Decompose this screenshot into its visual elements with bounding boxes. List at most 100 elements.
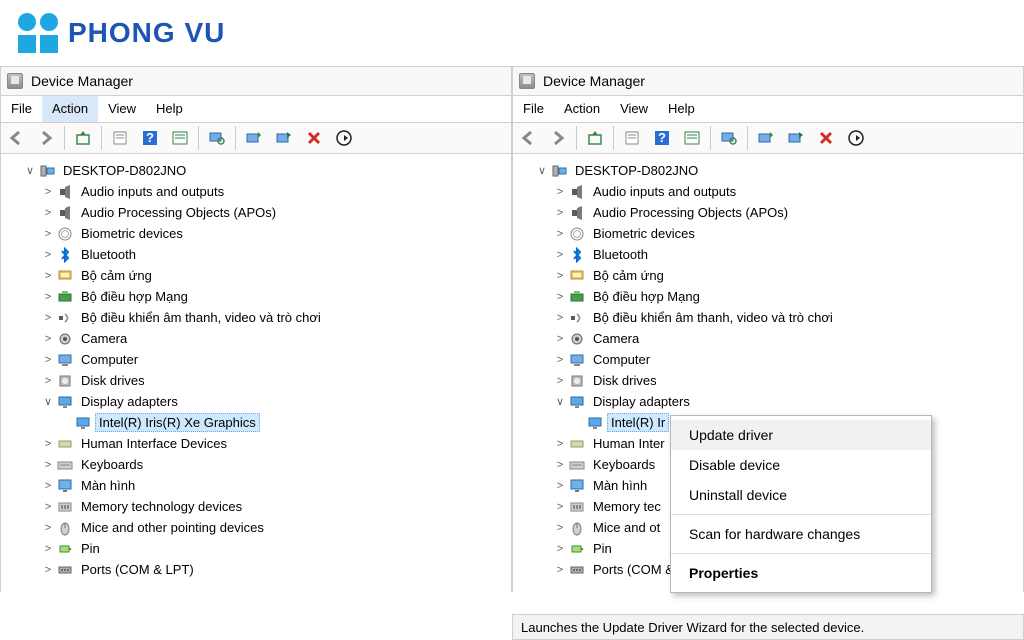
expand-icon[interactable]: > (41, 249, 55, 261)
tb-properties-icon[interactable] (618, 124, 646, 152)
tree-node[interactable]: >Audio inputs and outputs (517, 181, 1019, 202)
tree-node[interactable]: >Disk drives (5, 370, 507, 391)
tb-help-icon[interactable]: ? (648, 124, 676, 152)
tb-forward-icon[interactable] (32, 124, 60, 152)
expand-icon[interactable]: > (41, 291, 55, 303)
tree-node[interactable]: >Bộ điều khiển âm thanh, video và trò ch… (5, 307, 507, 328)
expand-icon[interactable]: > (41, 186, 55, 198)
menu-view[interactable]: View (98, 96, 146, 122)
expand-icon[interactable]: > (41, 312, 55, 324)
tb-scan-icon[interactable] (715, 124, 743, 152)
expand-icon[interactable]: > (553, 354, 567, 366)
expand-icon[interactable]: > (553, 207, 567, 219)
tb-forward-icon[interactable] (544, 124, 572, 152)
tree-node[interactable]: >Bộ điều hợp Mạng (5, 286, 507, 307)
expand-icon[interactable]: > (41, 228, 55, 240)
tb-update-icon[interactable] (240, 124, 268, 152)
tree-node[interactable]: >Audio inputs and outputs (5, 181, 507, 202)
tree-node[interactable]: ∨Display adapters (517, 391, 1019, 412)
ctx-properties[interactable]: Properties (671, 558, 931, 588)
expand-icon[interactable]: > (553, 333, 567, 345)
tb-disable-icon[interactable] (270, 124, 298, 152)
expand-icon[interactable]: > (41, 438, 55, 450)
expand-icon[interactable]: > (41, 375, 55, 387)
expand-icon[interactable]: > (553, 312, 567, 324)
tb-uninstall-icon[interactable] (300, 124, 328, 152)
tree-root[interactable]: ∨DESKTOP-D802JNO (517, 160, 1019, 181)
expand-icon[interactable]: ∨ (553, 395, 567, 408)
expand-icon[interactable]: > (553, 228, 567, 240)
expand-icon[interactable]: > (553, 480, 567, 492)
tree-node[interactable]: >Biometric devices (517, 223, 1019, 244)
expand-icon[interactable]: > (553, 291, 567, 303)
tree-node[interactable]: >Computer (5, 349, 507, 370)
tb-up-icon[interactable] (69, 124, 97, 152)
tb-uninstall-icon[interactable] (812, 124, 840, 152)
tb-scan-icon[interactable] (203, 124, 231, 152)
ctx-update-driver[interactable]: Update driver (671, 420, 931, 450)
tree-node[interactable]: >Bộ điều hợp Mạng (517, 286, 1019, 307)
tree-node[interactable]: >Keyboards (5, 454, 507, 475)
expand-icon[interactable]: > (41, 543, 55, 555)
expand-icon[interactable]: > (41, 207, 55, 219)
expand-icon[interactable]: > (553, 375, 567, 387)
tree-node[interactable]: >Bộ điều khiển âm thanh, video và trò ch… (517, 307, 1019, 328)
expand-icon[interactable]: ∨ (41, 395, 55, 408)
tree-node[interactable]: >Audio Processing Objects (APOs) (5, 202, 507, 223)
tb-list-icon[interactable] (678, 124, 706, 152)
menu-file[interactable]: File (513, 96, 554, 122)
menu-help[interactable]: Help (658, 96, 705, 122)
menu-action[interactable]: Action (554, 96, 610, 122)
tree-node[interactable]: >Pin (5, 538, 507, 559)
expand-icon[interactable]: > (41, 270, 55, 282)
ctx-disable-device[interactable]: Disable device (671, 450, 931, 480)
expand-icon[interactable]: > (553, 459, 567, 471)
tree-node[interactable]: >Bộ cảm ứng (5, 265, 507, 286)
tb-properties-icon[interactable] (106, 124, 134, 152)
tree-node[interactable]: >Biometric devices (5, 223, 507, 244)
tb-list-icon[interactable] (166, 124, 194, 152)
tree-node[interactable]: >Bluetooth (5, 244, 507, 265)
tb-help-icon[interactable]: ? (136, 124, 164, 152)
collapse-icon[interactable]: ∨ (23, 164, 37, 177)
menu-file[interactable]: File (1, 96, 42, 122)
expand-icon[interactable]: > (41, 480, 55, 492)
expand-icon[interactable]: > (41, 501, 55, 513)
ctx-scan-hardware[interactable]: Scan for hardware changes (671, 519, 931, 549)
tree-node[interactable]: >Audio Processing Objects (APOs) (517, 202, 1019, 223)
tree-node[interactable]: >Bộ cảm ứng (517, 265, 1019, 286)
expand-icon[interactable]: > (553, 270, 567, 282)
tree-root[interactable]: ∨DESKTOP-D802JNO (5, 160, 507, 181)
tree-node[interactable]: >Mice and other pointing devices (5, 517, 507, 538)
device-tree[interactable]: ∨DESKTOP-D802JNO>Audio inputs and output… (0, 154, 512, 592)
tree-node[interactable]: >Camera (5, 328, 507, 349)
expand-icon[interactable]: > (553, 438, 567, 450)
tb-up-icon[interactable] (581, 124, 609, 152)
expand-icon[interactable]: > (41, 354, 55, 366)
tree-node[interactable]: >Bluetooth (517, 244, 1019, 265)
expand-icon[interactable]: > (41, 522, 55, 534)
tree-node[interactable]: >Computer (517, 349, 1019, 370)
tb-update-icon[interactable] (752, 124, 780, 152)
expand-icon[interactable]: > (553, 249, 567, 261)
tree-node[interactable]: >Disk drives (517, 370, 1019, 391)
tree-leaf[interactable]: Intel(R) Iris(R) Xe Graphics (5, 412, 507, 433)
expand-icon[interactable]: > (553, 501, 567, 513)
tb-back-icon[interactable] (514, 124, 542, 152)
tree-node[interactable]: >Màn hình (5, 475, 507, 496)
expand-icon[interactable]: > (41, 459, 55, 471)
tree-node[interactable]: >Memory technology devices (5, 496, 507, 517)
collapse-icon[interactable]: ∨ (535, 164, 549, 177)
expand-icon[interactable]: > (553, 186, 567, 198)
tree-node[interactable]: ∨Display adapters (5, 391, 507, 412)
tree-node[interactable]: >Camera (517, 328, 1019, 349)
expand-icon[interactable]: > (553, 564, 567, 576)
expand-icon[interactable]: > (41, 564, 55, 576)
menu-action[interactable]: Action (42, 96, 98, 122)
tb-enable-icon[interactable] (842, 124, 870, 152)
tb-enable-icon[interactable] (330, 124, 358, 152)
menu-view[interactable]: View (610, 96, 658, 122)
tb-disable-icon[interactable] (782, 124, 810, 152)
tb-back-icon[interactable] (2, 124, 30, 152)
ctx-uninstall-device[interactable]: Uninstall device (671, 480, 931, 510)
